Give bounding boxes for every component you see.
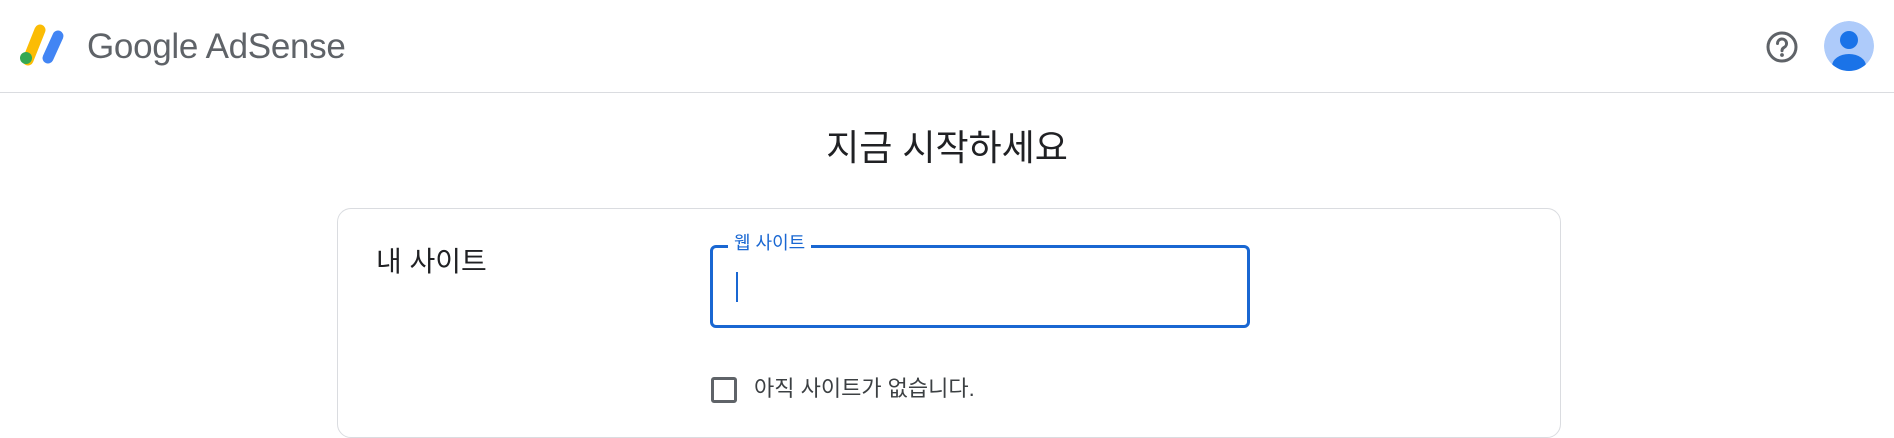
brand-wordmark[interactable]: Google AdSense <box>87 24 346 70</box>
no-site-checkbox[interactable] <box>711 377 737 403</box>
my-site-label: 내 사이트 <box>376 246 487 277</box>
app-header: Google AdSense <box>0 0 1894 93</box>
account-avatar-icon <box>1824 21 1874 71</box>
text-caret <box>736 272 738 302</box>
adsense-logo-icon[interactable] <box>18 20 72 66</box>
help-circle-icon <box>1766 31 1798 63</box>
help-button[interactable] <box>1764 29 1800 65</box>
brand-product: AdSense <box>205 27 346 66</box>
brand-google: Google <box>87 27 199 66</box>
website-input[interactable] <box>735 266 1229 308</box>
page-title: 지금 시작하세요 <box>826 127 1068 168</box>
website-field-label: 웹 사이트 <box>728 232 812 254</box>
website-field[interactable] <box>710 245 1250 328</box>
no-site-checkbox-label[interactable]: 아직 사이트가 없습니다. <box>754 374 975 404</box>
account-avatar-button[interactable] <box>1824 21 1874 71</box>
